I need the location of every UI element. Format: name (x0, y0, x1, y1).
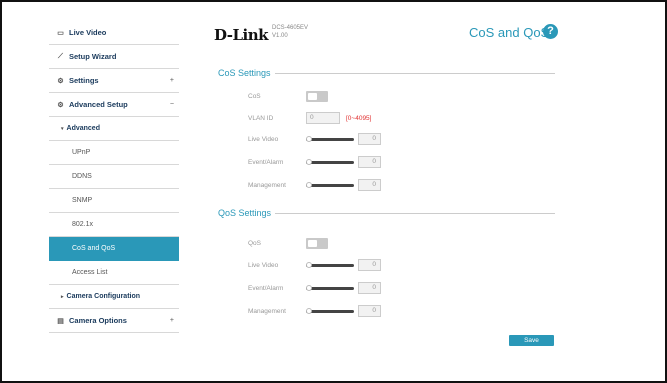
slider-thumb[interactable] (306, 182, 312, 188)
save-button[interactable]: Save (509, 335, 554, 346)
qos-live-video-value[interactable]: 0 (358, 259, 381, 271)
cos-live-video-label: Live Video (248, 136, 279, 143)
qos-live-video-slider[interactable] (306, 260, 354, 270)
expand-icon[interactable]: + (170, 317, 174, 324)
slider-track (306, 287, 354, 290)
sidebar-item-8021x[interactable]: 802.1x (49, 213, 179, 237)
toggle-knob (308, 93, 317, 100)
sidebar-item-setup-wizard[interactable]: ⟋ Setup Wizard (49, 45, 179, 69)
firmware-version: V1.00 (272, 33, 288, 39)
sidebar-item-ddns[interactable]: DDNS (49, 165, 179, 189)
sidebar-item-label: Camera Options (69, 316, 127, 325)
caret-right-icon: ▸ (61, 293, 64, 300)
sidebar-item-label: 802.1x (72, 221, 94, 228)
sidebar-item-advanced-setup[interactable]: ⚙ Advanced Setup − (49, 93, 179, 117)
qos-event-alarm-value[interactable]: 0 (358, 282, 381, 294)
slider-track (306, 310, 354, 313)
slider-track (306, 161, 354, 164)
qos-event-alarm-slider[interactable] (306, 283, 354, 293)
slider-thumb[interactable] (306, 159, 312, 165)
qos-management-label: Management (248, 308, 286, 315)
sidebar-item-access-list[interactable]: Access List (49, 261, 179, 285)
cos-event-alarm-value[interactable]: 0 (358, 156, 381, 168)
cos-live-video-value[interactable]: 0 (358, 133, 381, 145)
sidebar-item-settings[interactable]: ⚙ Settings + (49, 69, 179, 93)
gears-icon: ⚙ (57, 101, 64, 109)
slider-thumb[interactable] (306, 285, 312, 291)
sidebar-item-label: UPnP (72, 149, 91, 156)
collapse-icon[interactable]: − (170, 101, 174, 108)
cos-section-title: CoS Settings (218, 68, 555, 78)
slider-thumb[interactable] (306, 136, 312, 142)
cos-management-value[interactable]: 0 (358, 179, 381, 191)
page-title: CoS and QoS (469, 25, 550, 40)
sidebar-item-label: DDNS (72, 173, 92, 180)
document-icon: ▤ (57, 317, 64, 325)
expand-icon[interactable]: + (170, 77, 174, 84)
sidebar-item-cos-qos[interactable]: CoS and QoS (49, 237, 179, 261)
qos-event-alarm-label: Event/Alarm (248, 285, 284, 292)
qos-section-title: QoS Settings (218, 208, 555, 218)
section-title-text: CoS Settings (218, 68, 271, 78)
cos-management-slider[interactable] (306, 180, 354, 190)
slider-track (306, 138, 354, 141)
sidebar-item-label: Setup Wizard (69, 52, 117, 61)
sidebar: ▭ Live Video ⟋ Setup Wizard ⚙ Settings +… (49, 21, 179, 333)
model-info: DCS-4605EV V1.00 (272, 24, 308, 40)
sidebar-item-snmp[interactable]: SNMP (49, 189, 179, 213)
sidebar-item-camera-configuration[interactable]: ▸ Camera Configuration (49, 285, 179, 309)
cos-label: CoS (248, 93, 261, 100)
slider-thumb[interactable] (306, 262, 312, 268)
sidebar-item-label: Advanced (66, 125, 100, 132)
sidebar-item-label: Live Video (69, 28, 107, 37)
cos-event-alarm-slider[interactable] (306, 157, 354, 167)
video-icon: ▭ (57, 29, 64, 37)
model-name: DCS-4605EV (272, 25, 309, 31)
qos-label: QoS (248, 240, 262, 247)
gear-icon: ⚙ (57, 77, 64, 85)
qos-toggle[interactable] (306, 238, 328, 249)
cos-live-video-slider[interactable] (306, 134, 354, 144)
caret-down-icon: ▾ (61, 125, 64, 132)
section-title-text: QoS Settings (218, 208, 272, 218)
sidebar-item-advanced[interactable]: ▾ Advanced (49, 117, 179, 141)
divider (275, 212, 555, 214)
cos-management-label: Management (248, 182, 286, 189)
vlan-id-input[interactable]: 0 (306, 112, 340, 124)
sidebar-item-live-video[interactable]: ▭ Live Video (49, 21, 179, 45)
sidebar-item-label: SNMP (72, 197, 93, 204)
qos-management-value[interactable]: 0 (358, 305, 381, 317)
help-icon[interactable]: ? (543, 24, 558, 39)
wand-icon: ⟋ (58, 52, 63, 60)
divider (274, 72, 555, 74)
sidebar-item-label: CoS and QoS (72, 245, 116, 252)
vlan-id-label: VLAN ID (248, 115, 274, 122)
sidebar-item-label: Camera Configuration (66, 293, 141, 300)
sidebar-item-upnp[interactable]: UPnP (49, 141, 179, 165)
sidebar-item-label: Advanced Setup (69, 100, 128, 109)
qos-management-slider[interactable] (306, 306, 354, 316)
vlan-range-hint: [0~4095] (346, 115, 372, 122)
slider-thumb[interactable] (306, 308, 312, 314)
toggle-knob (308, 240, 317, 247)
qos-live-video-label: Live Video (248, 262, 279, 269)
slider-track (306, 184, 354, 187)
dlink-logo: D-Link (214, 26, 269, 44)
cos-toggle[interactable] (306, 91, 328, 102)
sidebar-item-camera-options[interactable]: ▤ Camera Options + (49, 309, 179, 333)
cos-event-alarm-label: Event/Alarm (248, 159, 284, 166)
slider-track (306, 264, 354, 267)
sidebar-item-label: Settings (69, 76, 99, 85)
sidebar-item-label: Access List (72, 269, 108, 276)
